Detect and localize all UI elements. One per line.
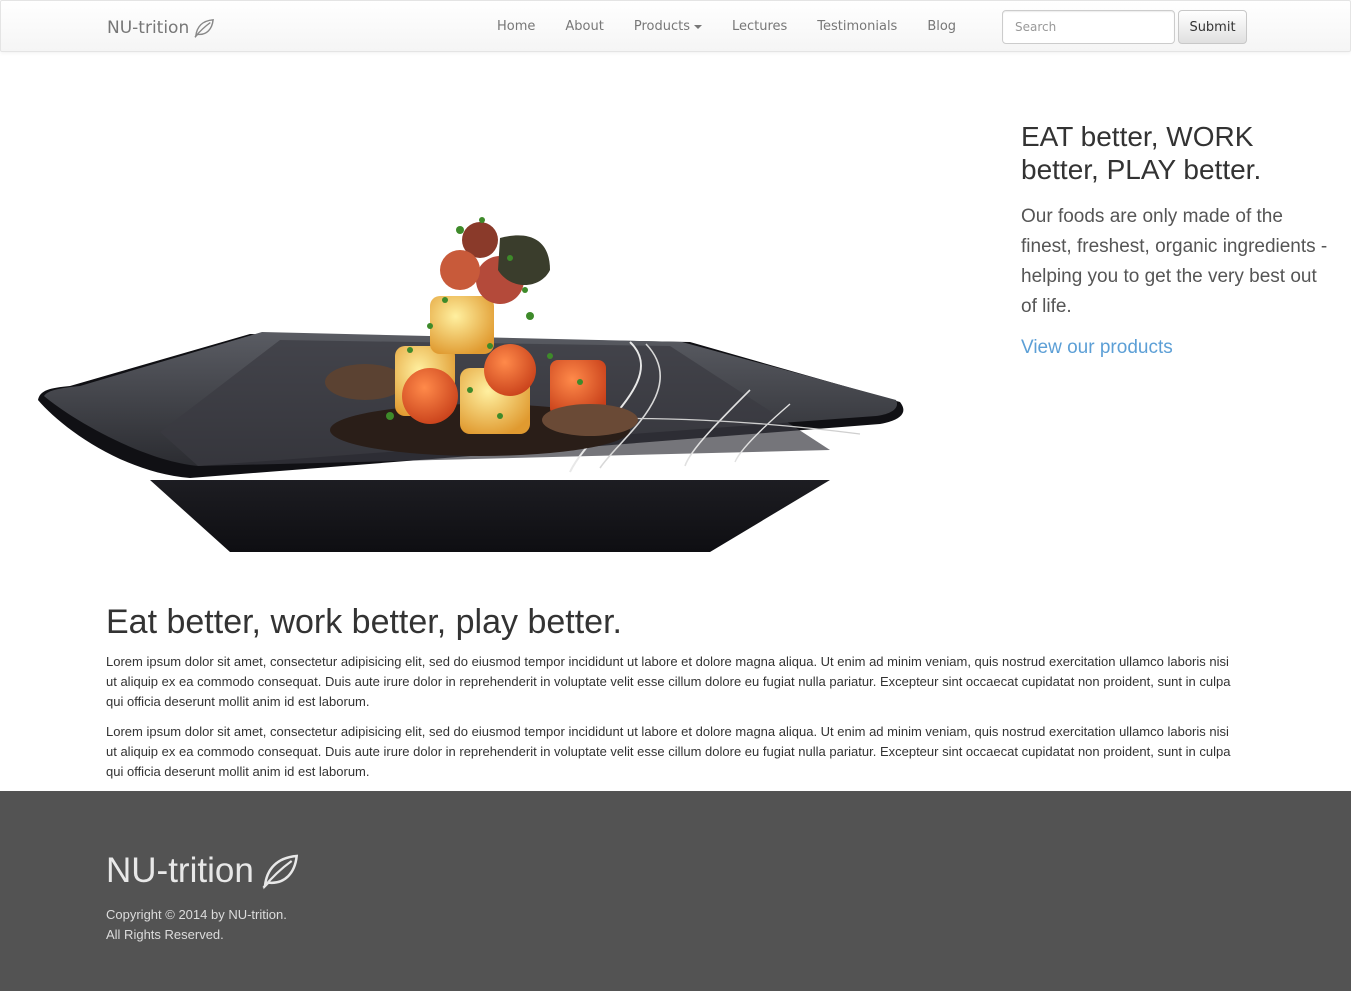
nav-about[interactable]: About xyxy=(550,1,618,53)
nav-home[interactable]: Home xyxy=(482,1,550,53)
hero-food-image xyxy=(30,120,930,552)
nav-testimonials[interactable]: Testimonials xyxy=(802,1,912,53)
submit-button[interactable]: Submit xyxy=(1178,10,1247,44)
nav-products-label: Products xyxy=(633,19,690,34)
leaf-icon xyxy=(262,854,298,890)
brand-link[interactable]: NU-trition xyxy=(107,15,215,41)
view-products-link[interactable]: View our products xyxy=(1021,337,1331,359)
navbar: NU-trition Home About Products Lectures … xyxy=(0,0,1351,52)
hero-lead: Our foods are only made of the finest, f… xyxy=(1021,206,1328,317)
footer-brand-name: NU-trition xyxy=(106,851,254,890)
brand-name: NU-trition xyxy=(107,18,190,38)
rights-line: All Rights Reserved. xyxy=(106,927,224,942)
body-paragraph: Lorem ipsum dolor sit amet, consectetur … xyxy=(106,724,1231,779)
body-paragraph: Lorem ipsum dolor sit amet, consectetur … xyxy=(106,654,1231,709)
footer-brand: NU-trition xyxy=(106,851,300,891)
footer-copyright: Copyright © 2014 by NU-trition. All Righ… xyxy=(106,905,287,945)
nav-products-dropdown[interactable]: Products xyxy=(619,1,717,53)
leaf-icon xyxy=(194,19,215,38)
hero-text: EAT better, WORK better, PLAY better. Ou… xyxy=(1021,120,1331,359)
main-content: Eat better, work better, play better. Lo… xyxy=(106,600,1236,782)
nav-blog[interactable]: Blog xyxy=(912,1,971,53)
copyright-line: Copyright © 2014 by NU-trition. xyxy=(106,907,287,922)
nav-menu: Home About Products Lectures Testimonial… xyxy=(482,1,971,53)
page-title: Eat better, work better, play better. xyxy=(106,603,622,641)
search-input[interactable] xyxy=(1002,10,1175,44)
caret-down-icon xyxy=(693,24,702,29)
nav-lectures[interactable]: Lectures xyxy=(717,1,802,53)
hero-heading: EAT better, WORK better, PLAY better. xyxy=(1021,121,1262,185)
footer: NU-trition Copyright © 2014 by NU-tritio… xyxy=(0,791,1351,991)
